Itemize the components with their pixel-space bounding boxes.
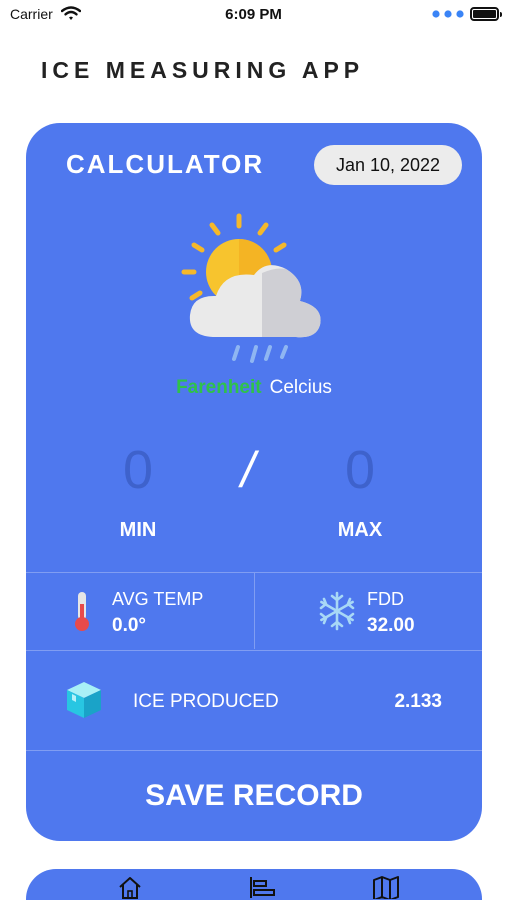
thermometer-icon bbox=[71, 590, 93, 637]
status-bar: Carrier 6:09 PM bbox=[0, 0, 507, 30]
status-time: 6:09 PM bbox=[225, 6, 282, 23]
min-max-separator: / bbox=[241, 442, 255, 498]
home-icon[interactable] bbox=[117, 875, 143, 900]
max-temp-input[interactable]: 0 bbox=[310, 439, 410, 501]
min-label: MIN bbox=[119, 519, 157, 541]
save-record-button[interactable]: SAVE RECORD bbox=[26, 751, 482, 841]
app-title: ICE MEASURING APP bbox=[41, 57, 365, 83]
ice-produced-label: ICE PRODUCED bbox=[133, 691, 279, 712]
partly-cloudy-rain-icon bbox=[174, 209, 334, 369]
celsius-option[interactable]: Celcius bbox=[270, 377, 332, 398]
tab-bar bbox=[26, 869, 482, 900]
avg-temp-label: AVG TEMP bbox=[112, 589, 204, 609]
max-label: MAX bbox=[337, 519, 383, 541]
unit-toggle: Farenheit Celcius bbox=[26, 377, 482, 399]
snowflake-icon bbox=[317, 591, 357, 636]
map-icon[interactable] bbox=[372, 875, 400, 900]
fdd-value: 32.00 bbox=[367, 615, 415, 636]
date-pill[interactable]: Jan 10, 2022 bbox=[314, 145, 462, 185]
ice-produced-value: 2.133 bbox=[394, 691, 442, 712]
calculator-card: CALCULATOR Jan 10, 2022 Farenheit Celciu… bbox=[26, 123, 482, 841]
avg-temp-value: 0.0° bbox=[112, 615, 147, 636]
calculator-title: CALCULATOR bbox=[66, 149, 265, 179]
divider bbox=[26, 650, 482, 651]
stats-icon[interactable] bbox=[248, 875, 276, 900]
ice-cube-icon bbox=[64, 680, 104, 725]
battery-icon bbox=[470, 7, 502, 21]
dots-icon bbox=[432, 6, 466, 24]
fdd-label: FDD bbox=[367, 589, 404, 609]
fahrenheit-option[interactable]: Farenheit bbox=[176, 377, 262, 398]
vertical-divider bbox=[254, 573, 255, 649]
min-temp-input[interactable]: 0 bbox=[88, 439, 188, 501]
